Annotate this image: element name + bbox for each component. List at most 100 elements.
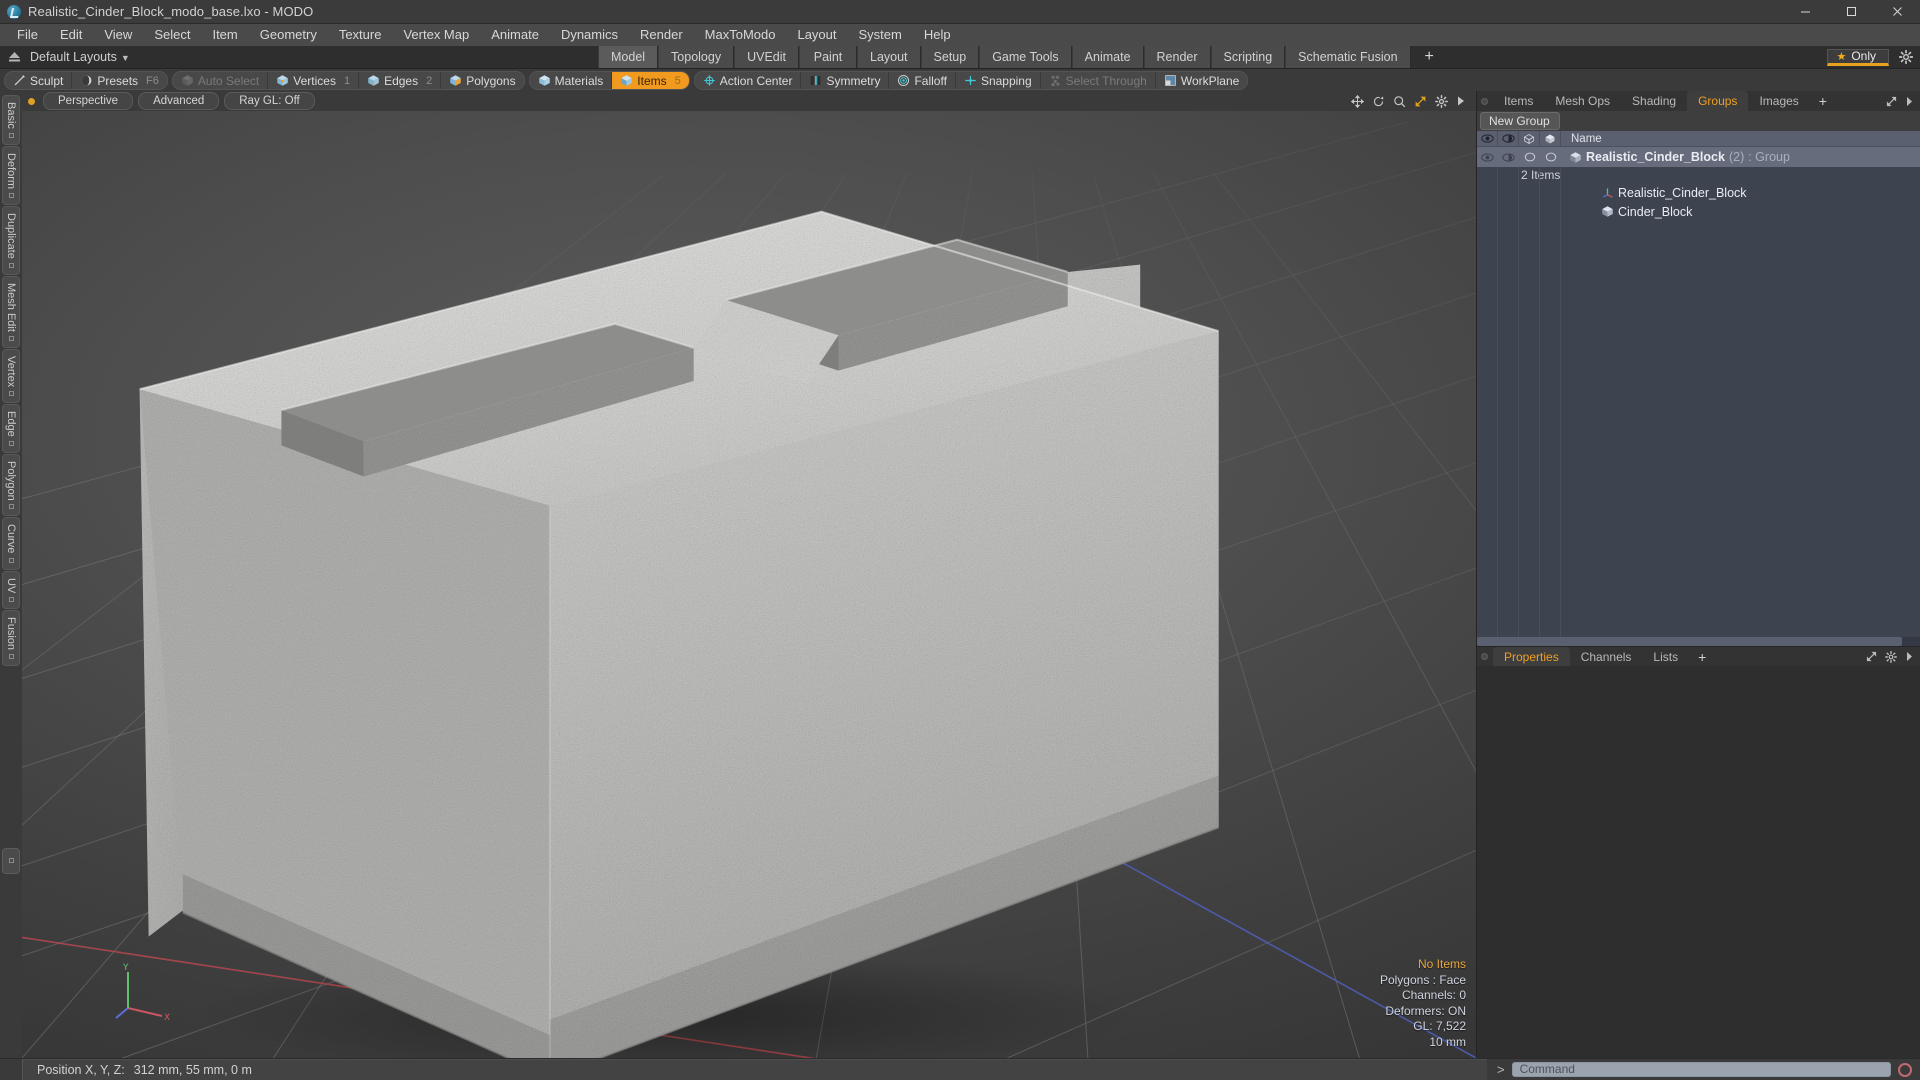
action-center-button[interactable]: Action Center xyxy=(694,72,802,89)
play-arrow-icon[interactable] xyxy=(1905,96,1914,107)
only-toggle[interactable]: ★ Only xyxy=(1827,48,1889,66)
properties-menu-dot-icon[interactable] xyxy=(1481,653,1488,660)
gear-icon[interactable] xyxy=(1899,50,1913,64)
record-icon[interactable] xyxy=(1898,1062,1912,1077)
falloff-button[interactable]: Falloff xyxy=(889,72,956,89)
tree-body[interactable]: Realistic_Cinder_Block (2) : Group 2 Ite… xyxy=(1477,147,1920,646)
rail-options-button[interactable] xyxy=(2,847,20,874)
viewport-raygl-button[interactable]: Ray GL: Off xyxy=(224,92,315,110)
polygons-button[interactable]: Polygons xyxy=(441,72,524,89)
layout-tab-topology[interactable]: Topology xyxy=(658,46,735,68)
symmetry-button[interactable]: Symmetry xyxy=(801,72,890,89)
rotate-icon[interactable] xyxy=(1372,95,1385,108)
column-shaded-icon[interactable] xyxy=(1540,131,1561,146)
layout-tab-render[interactable]: Render xyxy=(1143,46,1211,68)
tree-item-locator[interactable]: Realistic_Cinder_Block xyxy=(1561,186,1747,200)
rail-tab-deform[interactable]: Deform xyxy=(2,145,20,205)
expand-icon[interactable] xyxy=(1866,651,1877,662)
layout-tab-animate[interactable]: Animate xyxy=(1071,46,1144,68)
zoom-icon[interactable] xyxy=(1393,95,1406,108)
eject-icon[interactable] xyxy=(6,51,22,63)
layout-tab-layout[interactable]: Layout xyxy=(857,46,921,68)
menu-system[interactable]: System xyxy=(848,24,913,46)
workplane-button[interactable]: WorkPlane xyxy=(1155,72,1248,89)
group-name-field[interactable]: New Group xyxy=(1480,112,1560,130)
rail-tab-fusion[interactable]: Fusion xyxy=(2,610,20,667)
maximize-button[interactable] xyxy=(1828,0,1874,23)
auto-select-button[interactable]: Auto Select xyxy=(172,72,269,89)
select-through-button[interactable]: Select Through xyxy=(1040,72,1156,89)
tab-groups[interactable]: Groups xyxy=(1687,91,1749,111)
tab-images[interactable]: Images xyxy=(1748,91,1809,111)
default-layouts-dropdown[interactable]: Default Layouts ▼ xyxy=(22,50,130,64)
menu-item[interactable]: Item xyxy=(201,24,248,46)
menu-geometry[interactable]: Geometry xyxy=(249,24,328,46)
gear-icon[interactable] xyxy=(1435,94,1448,108)
materials-button[interactable]: Materials xyxy=(529,72,613,89)
items-button[interactable]: Items 5 xyxy=(612,72,689,89)
viewport-menu-dot-icon[interactable] xyxy=(28,97,35,105)
layout-tab-scripting[interactable]: Scripting xyxy=(1210,46,1286,68)
add-panel-tab-button[interactable]: + xyxy=(1810,91,1836,111)
layout-tab-model[interactable]: Model xyxy=(598,46,659,68)
menu-edit[interactable]: Edit xyxy=(49,24,93,46)
rail-tab-mesh-edit[interactable]: Mesh Edit xyxy=(2,275,20,348)
expand-icon[interactable] xyxy=(1414,95,1427,108)
tab-properties[interactable]: Properties xyxy=(1493,647,1570,666)
layout-tab-uvedit[interactable]: UVEdit xyxy=(734,46,799,68)
move-icon[interactable] xyxy=(1351,94,1364,108)
axis-gizmo[interactable]: X Y xyxy=(114,960,176,1022)
rail-tab-vertex[interactable]: Vertex xyxy=(2,348,20,403)
add-properties-tab-button[interactable]: + xyxy=(1689,647,1715,666)
close-button[interactable] xyxy=(1874,0,1920,23)
sculpt-button[interactable]: Sculpt xyxy=(5,72,73,89)
menu-layout[interactable]: Layout xyxy=(786,24,847,46)
menu-help[interactable]: Help xyxy=(913,24,962,46)
presets-button[interactable]: Presets F6 xyxy=(72,72,167,89)
scrollbar-thumb[interactable] xyxy=(1477,637,1903,646)
snapping-button[interactable]: Snapping xyxy=(955,72,1041,89)
column-visibility-eye-icon[interactable] xyxy=(1477,131,1498,146)
table-row[interactable]: Realistic_Cinder_Block (2) : Group xyxy=(1477,147,1920,167)
column-wireframe-icon[interactable] xyxy=(1519,131,1540,146)
tab-lists[interactable]: Lists xyxy=(1642,647,1689,666)
expand-icon[interactable] xyxy=(1886,96,1897,107)
menu-file[interactable]: File xyxy=(6,24,49,46)
table-row[interactable]: Cinder_Block xyxy=(1477,202,1920,221)
row-visibility-eye-icon[interactable] xyxy=(1477,147,1498,167)
viewport-view-mode-button[interactable]: Perspective xyxy=(43,92,134,110)
layout-tab-setup[interactable]: Setup xyxy=(920,46,980,68)
tab-mesh-ops[interactable]: Mesh Ops xyxy=(1544,91,1621,111)
row-shaded-toggle[interactable] xyxy=(1540,147,1561,167)
rail-tab-curve[interactable]: Curve xyxy=(2,517,20,570)
panel-menu-dot-icon[interactable] xyxy=(1481,97,1488,105)
viewport-shading-button[interactable]: Advanced xyxy=(138,92,220,110)
play-arrow-icon[interactable] xyxy=(1905,651,1914,662)
menu-animate[interactable]: Animate xyxy=(480,24,550,46)
vertices-button[interactable]: Vertices 1 xyxy=(268,72,360,89)
viewport-3d[interactable]: X Y No Items Polygons : Face Channels: 0… xyxy=(22,111,1476,1058)
menu-view[interactable]: View xyxy=(93,24,143,46)
tab-items[interactable]: Items xyxy=(1493,91,1544,111)
minimize-button[interactable] xyxy=(1782,0,1828,23)
menu-vertex-map[interactable]: Vertex Map xyxy=(392,24,480,46)
rail-tab-basic[interactable]: Basic xyxy=(2,95,20,145)
layout-tab-paint[interactable]: Paint xyxy=(799,46,857,68)
add-layout-tab-button[interactable]: + xyxy=(1410,46,1448,68)
row-render-eye-icon[interactable] xyxy=(1498,147,1519,167)
rail-tab-uv[interactable]: UV xyxy=(2,570,20,610)
tree-item-group[interactable]: Realistic_Cinder_Block (2) : Group xyxy=(1561,150,1790,164)
menu-dynamics[interactable]: Dynamics xyxy=(550,24,629,46)
menu-texture[interactable]: Texture xyxy=(328,24,393,46)
column-render-eye-icon[interactable] xyxy=(1498,131,1519,146)
layout-tab-game-tools[interactable]: Game Tools xyxy=(979,46,1072,68)
rail-tab-edge[interactable]: Edge xyxy=(2,403,20,453)
gear-icon[interactable] xyxy=(1885,650,1897,663)
play-arrow-icon[interactable] xyxy=(1456,95,1466,107)
command-input[interactable] xyxy=(1511,1062,1891,1077)
tab-channels[interactable]: Channels xyxy=(1570,647,1643,666)
menu-maxtomodo[interactable]: MaxToModo xyxy=(694,24,787,46)
menu-render[interactable]: Render xyxy=(629,24,694,46)
table-row[interactable]: Realistic_Cinder_Block xyxy=(1477,183,1920,202)
tree-item-mesh[interactable]: Cinder_Block xyxy=(1561,205,1692,219)
